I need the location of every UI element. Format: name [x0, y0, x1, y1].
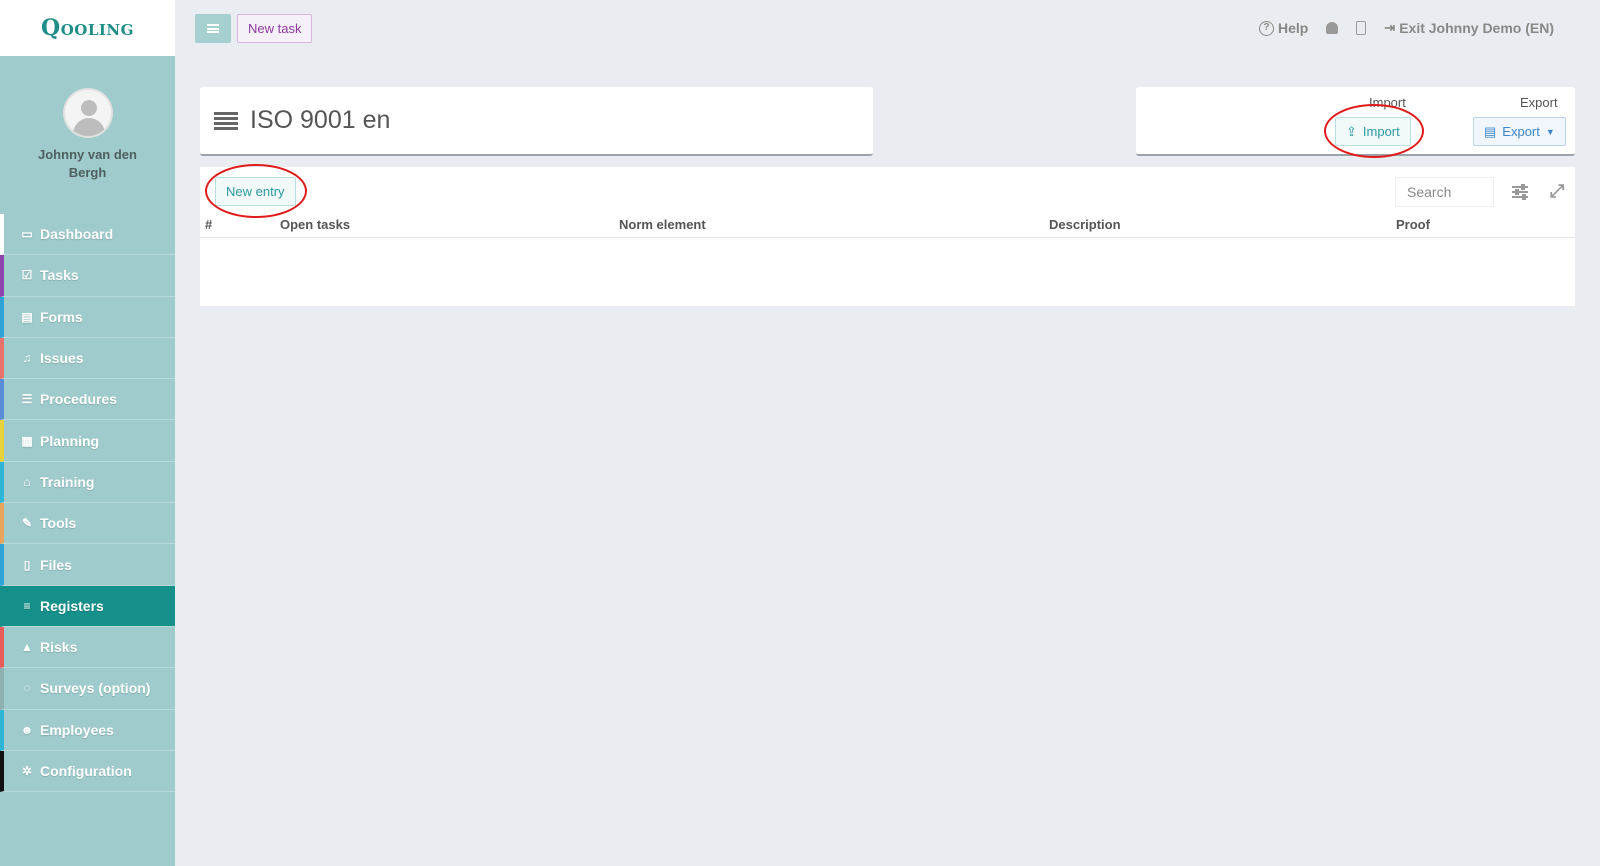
help-label: Help [1277, 20, 1309, 36]
username: Johnny van den Bergh [38, 147, 137, 180]
new-task-button[interactable]: New task [237, 14, 313, 43]
bell-icon: ♫ [22, 351, 32, 366]
sidebar-item-issues[interactable]: ♫ Issues [0, 337, 175, 380]
exit-label: Exit Johnny Demo (EN) [1399, 20, 1554, 36]
notifications-button[interactable] [1326, 22, 1339, 34]
hamburger-icon [207, 24, 219, 33]
sidebar-item-label: Employees [40, 721, 114, 738]
search-input[interactable] [1395, 177, 1494, 207]
sidebar-item-procedures[interactable]: ☰ Procedures [0, 379, 175, 421]
sidebar-item-label: Planning [40, 432, 100, 449]
export-button[interactable]: ▤ Export ▼ [1473, 117, 1566, 146]
file-icon: ▯ [23, 557, 31, 572]
calendar-icon: ▦ [21, 433, 33, 448]
sidebar-nav: ▭ Dashboard ☑ Tasks ▤ Forms ♫ Issues ☰ Procedures… [0, 214, 175, 793]
column-header-proof[interactable]: Proof [1396, 217, 1430, 232]
column-header-number[interactable]: # [205, 217, 212, 232]
checkbox-icon: ☑ [21, 268, 33, 283]
column-header-open-tasks[interactable]: Open tasks [280, 217, 350, 232]
sidebar-item-risks[interactable]: ▲ Risks [0, 626, 175, 669]
sidebar-item-label: Training [40, 473, 95, 490]
column-header-description[interactable]: Description [1049, 217, 1121, 232]
sidebar-item-registers[interactable]: ≡ Registers [0, 585, 175, 627]
import-export-card: Import Export ⇪ Import ▤ Export ▼ [1136, 87, 1575, 158]
page-title: ISO 9001 en [250, 106, 391, 134]
sidebar-item-label: Risks [40, 639, 78, 656]
sidebar-item-label: Tools [40, 515, 77, 532]
document-icon: ▤ [21, 309, 33, 324]
sidebar-item-label: Issues [40, 350, 84, 367]
device-button[interactable] [1356, 21, 1367, 35]
list-icon [214, 111, 238, 130]
top-right-menu: ? Help ⇥ Exit Johnny Demo (EN) [1258, 0, 1554, 56]
register-table-panel: New entry ⤢ # Open tasks Norm element De… [200, 164, 1575, 306]
gear-icon: ✲ [21, 764, 33, 778]
sidebar-item-label: Registers [40, 597, 104, 614]
logo-text: Qooling [41, 15, 134, 41]
bell-icon [1326, 22, 1339, 34]
avatar[interactable] [62, 88, 113, 138]
sidebar-item-label: Dashboard [40, 226, 114, 243]
sidebar: Johnny van den Bergh ▭ Dashboard ☑ Tasks ▤ Fo… [0, 56, 175, 866]
sidebar-item-employees[interactable]: ☻ Employees [0, 709, 175, 751]
export-button-label: Export [1502, 124, 1540, 139]
sidebar-item-label: Configuration [40, 763, 132, 779]
help-link[interactable]: ? Help [1258, 20, 1309, 36]
document-icon: ▤ [1484, 123, 1497, 139]
sidebar-item-label: Tasks [40, 267, 79, 284]
page-header: ISO 9001 en [200, 87, 873, 156]
exit-link[interactable]: ⇥ Exit Johnny Demo (EN) [1384, 20, 1554, 36]
sidebar-item-training[interactable]: ⌂ Training [0, 461, 175, 504]
caret-down-icon: ▼ [1545, 126, 1555, 137]
wrench-icon: ✎ [21, 516, 33, 531]
export-heading: Export [1520, 95, 1558, 110]
sidebar-item-files[interactable]: ▯ Files [0, 544, 175, 586]
table-header: # Open tasks Norm element Description Pr… [200, 212, 1575, 238]
procedure-icon: ☰ [21, 392, 33, 407]
sidebar-item-configuration[interactable]: ✲ Configuration [0, 750, 175, 793]
user-profile: Johnny van den Bergh [0, 56, 175, 214]
column-settings-icon[interactable] [1512, 184, 1528, 200]
highlight-circle-import [1324, 104, 1424, 158]
graduation-cap-icon: ⌂ [23, 474, 31, 489]
column-header-norm-element[interactable]: Norm element [619, 217, 706, 232]
sidebar-item-label: Forms [40, 308, 83, 325]
sidebar-item-forms[interactable]: ▤ Forms [0, 296, 175, 338]
sidebar-item-label: Surveys (option) [40, 680, 151, 697]
help-icon: ? [1258, 20, 1274, 36]
phone-icon [1356, 21, 1367, 35]
sidebar-item-surveys-option[interactable]: ◌ Surveys (option) [0, 668, 175, 710]
fullscreen-icon[interactable]: ⤢ [1550, 181, 1564, 202]
list-icon: ≡ [23, 598, 31, 613]
sidebar-item-planning[interactable]: ▦ Planning [0, 420, 175, 462]
chat-icon: ◌ [23, 681, 31, 696]
sidebar-item-tools[interactable]: ✎ Tools [0, 503, 175, 545]
menu-toggle-button[interactable] [195, 14, 231, 43]
highlight-circle-new-entry [205, 164, 307, 218]
logo[interactable]: Qooling [0, 0, 175, 56]
sidebar-item-tasks[interactable]: ☑ Tasks [0, 255, 175, 297]
monitor-icon: ▭ [21, 227, 33, 242]
sidebar-item-label: Procedures [40, 391, 118, 408]
sign-out-icon: ⇥ [1384, 20, 1396, 35]
sidebar-item-label: Files [40, 556, 72, 573]
warning-icon: ▲ [21, 640, 33, 655]
users-icon: ☻ [20, 722, 34, 737]
top-bar: New task ? Help ⇥ Exit Johnny Demo (EN) [175, 0, 1600, 56]
sidebar-item-dashboard[interactable]: ▭ Dashboard [0, 214, 175, 256]
